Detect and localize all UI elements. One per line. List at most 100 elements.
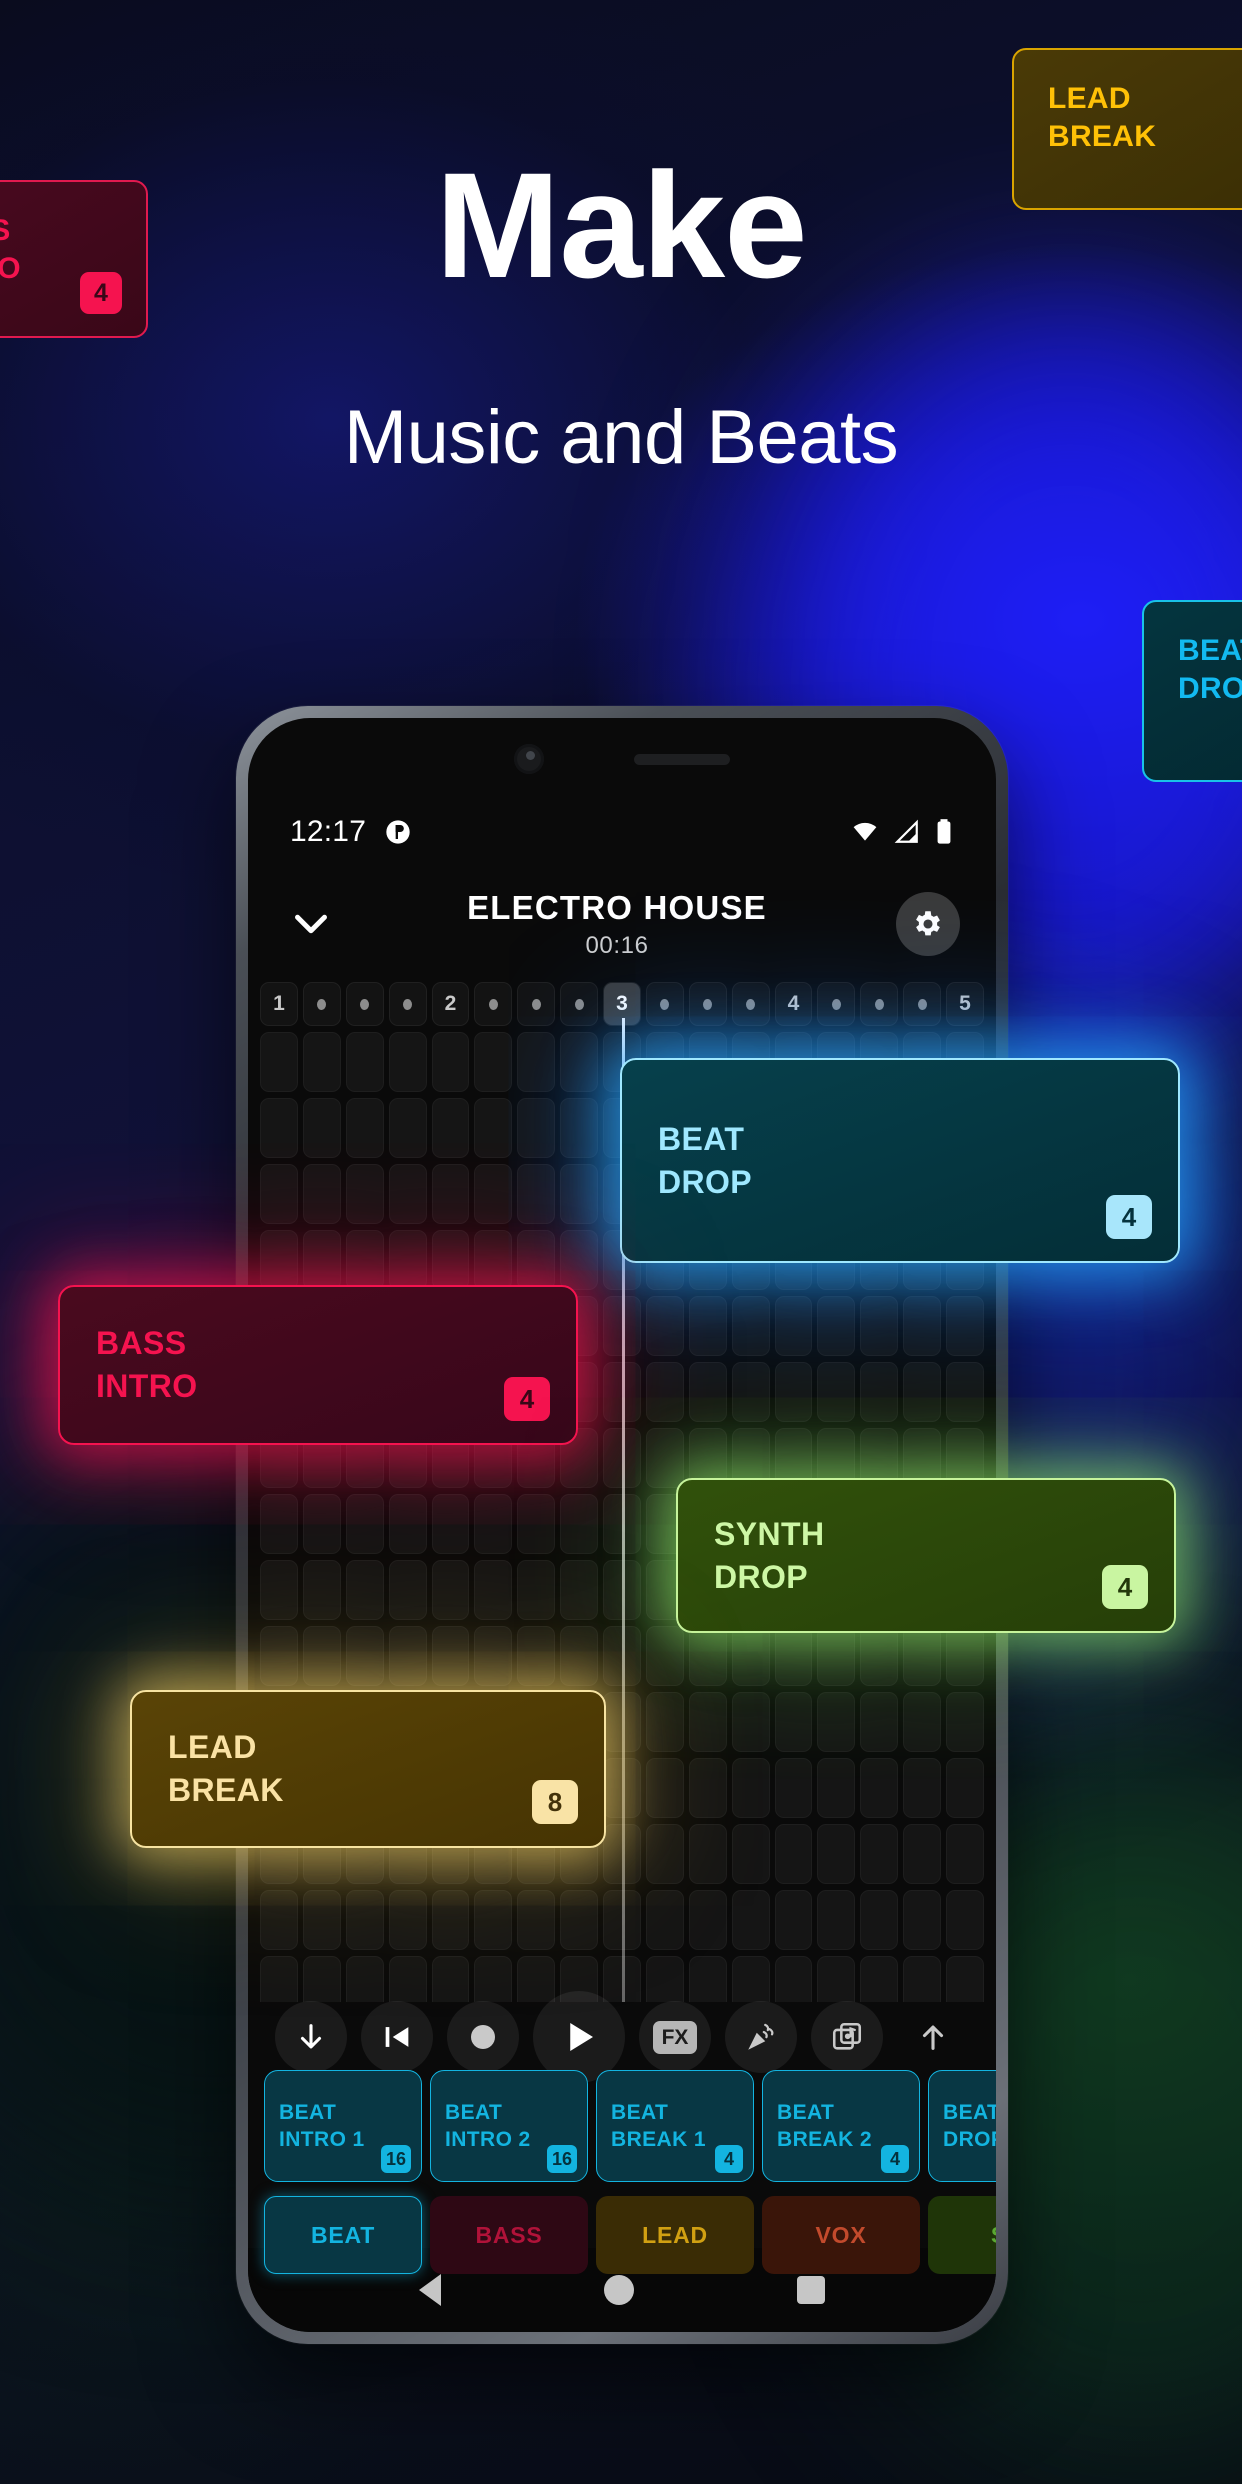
timeline-cell[interactable] xyxy=(260,1164,298,1224)
timeline-cell[interactable] xyxy=(302,1494,341,1554)
timeline-cell[interactable] xyxy=(431,1560,470,1620)
timeline-cell[interactable] xyxy=(345,1494,384,1554)
square-recents-icon[interactable] xyxy=(796,2276,825,2304)
timeline-cell[interactable] xyxy=(517,1230,556,1290)
instrument-tab-vox[interactable]: VOX xyxy=(762,2196,920,2274)
timeline-cell[interactable] xyxy=(946,1824,984,1884)
clip-slot[interactable]: BEAT INTRO 1 16 xyxy=(264,2070,422,2182)
overlay-clip-beat-drop[interactable]: BEAT DROP 4 xyxy=(620,1058,1180,1263)
timeline-cell[interactable] xyxy=(302,1032,341,1092)
chevron-down-icon[interactable] xyxy=(284,897,338,951)
ruler-cell[interactable] xyxy=(560,982,598,1026)
timeline-cell[interactable] xyxy=(388,1164,427,1224)
timeline-cell[interactable] xyxy=(517,1626,556,1686)
timeline-cell[interactable] xyxy=(645,1692,684,1752)
timeline-cell[interactable] xyxy=(560,1164,598,1224)
timeline-cell[interactable] xyxy=(560,1626,598,1686)
timeline-cell[interactable] xyxy=(860,1296,899,1356)
timeline-cell[interactable] xyxy=(517,1032,556,1092)
timeline-cell[interactable] xyxy=(903,1890,941,1950)
timeline-cell[interactable] xyxy=(731,1692,770,1752)
overlay-clip-lead-break[interactable]: LEAD BREAK 8 xyxy=(130,1690,606,1848)
timeline-cell[interactable] xyxy=(645,1296,684,1356)
timeline-cell[interactable] xyxy=(731,1758,770,1818)
timeline-cell[interactable] xyxy=(817,1890,856,1950)
timeline-cell[interactable] xyxy=(688,1362,727,1422)
clip-slot[interactable]: BEAT INTRO 2 16 xyxy=(430,2070,588,2182)
ruler-cell[interactable] xyxy=(345,982,384,1026)
timeline-cell[interactable] xyxy=(645,1626,684,1686)
timeline-cell[interactable] xyxy=(817,1758,856,1818)
timeline-cell[interactable] xyxy=(860,1362,899,1422)
timeline-cell[interactable] xyxy=(431,1098,470,1158)
clip-slot[interactable]: BEAT BREAK 24 xyxy=(762,2070,920,2182)
timeline-cell[interactable] xyxy=(645,1362,684,1422)
timeline-cell[interactable] xyxy=(345,1098,384,1158)
timeline-cell[interactable] xyxy=(560,1032,598,1092)
timeline-cell[interactable] xyxy=(731,1296,770,1356)
timeline-cell[interactable] xyxy=(302,1626,341,1686)
fx-button[interactable]: FX xyxy=(639,2001,711,2073)
clip-slot-list[interactable]: BEAT INTRO 1 16 BEAT INTRO 2 16 BEAT BREAK 1 4 BE… xyxy=(248,2070,996,2182)
timeline-cell[interactable] xyxy=(560,1560,598,1620)
timeline-cell[interactable] xyxy=(645,1890,684,1950)
ruler-cell[interactable] xyxy=(645,982,684,1026)
ruler-cell[interactable] xyxy=(903,982,941,1026)
timeline-cell[interactable] xyxy=(260,1560,298,1620)
timeline-cell[interactable] xyxy=(817,1626,856,1686)
timeline-cell[interactable] xyxy=(260,1032,298,1092)
ruler-cell[interactable] xyxy=(388,982,427,1026)
timeline-cell[interactable] xyxy=(817,1692,856,1752)
timeline-cell[interactable] xyxy=(345,1032,384,1092)
instrument-tab-list[interactable]: BEATBASSLEADVOXSY xyxy=(248,2196,996,2274)
timeline-cell[interactable] xyxy=(431,1164,470,1224)
timeline-cell[interactable] xyxy=(903,1692,941,1752)
timeline-cell[interactable] xyxy=(860,1692,899,1752)
circle-home-icon[interactable] xyxy=(603,2275,634,2305)
timeline-cell[interactable] xyxy=(774,1692,813,1752)
timeline-cell[interactable] xyxy=(388,1626,427,1686)
settings-button[interactable] xyxy=(896,892,960,956)
timeline-cell[interactable] xyxy=(302,1230,341,1290)
timeline-cell[interactable] xyxy=(903,1296,941,1356)
timeline-cell[interactable] xyxy=(474,1890,513,1950)
timeline-cell[interactable] xyxy=(517,1098,556,1158)
timeline-cell[interactable] xyxy=(645,1428,684,1488)
timeline-cell[interactable] xyxy=(860,1758,899,1818)
upload-button[interactable] xyxy=(897,2001,969,2073)
timeline-cell[interactable] xyxy=(474,1164,513,1224)
timeline-cell[interactable] xyxy=(345,1626,384,1686)
timeline-cell[interactable] xyxy=(731,1362,770,1422)
record-button[interactable] xyxy=(447,2001,519,2073)
ruler-cell[interactable] xyxy=(731,982,770,1026)
ruler-cell[interactable] xyxy=(474,982,513,1026)
timeline-cell[interactable] xyxy=(474,1626,513,1686)
timeline-cell[interactable] xyxy=(817,1824,856,1884)
timeline-cell[interactable] xyxy=(260,1230,298,1290)
timeline-cell[interactable] xyxy=(860,1824,899,1884)
timeline-cell[interactable] xyxy=(860,1626,899,1686)
timeline-cell[interactable] xyxy=(560,1098,598,1158)
timeline-cell[interactable] xyxy=(560,1494,598,1554)
timeline-cell[interactable] xyxy=(645,1824,684,1884)
timeline-cell[interactable] xyxy=(731,1824,770,1884)
timeline-cell[interactable] xyxy=(345,1560,384,1620)
timeline-cell[interactable] xyxy=(946,1890,984,1950)
timeline-cell[interactable] xyxy=(774,1824,813,1884)
timeline-cell[interactable] xyxy=(302,1164,341,1224)
timeline-cell[interactable] xyxy=(474,1560,513,1620)
timeline-cell[interactable] xyxy=(474,1098,513,1158)
clip-slot[interactable]: BEAT BREAK 14 xyxy=(596,2070,754,2182)
timeline-cell[interactable] xyxy=(774,1296,813,1356)
timeline-cell[interactable] xyxy=(774,1626,813,1686)
overlay-clip-synth-drop[interactable]: SYNTH DROP 4 xyxy=(676,1478,1176,1633)
timeline-cell[interactable] xyxy=(388,1560,427,1620)
ruler-cell[interactable]: 1 xyxy=(260,982,298,1026)
instrument-tab-bass[interactable]: BASS xyxy=(430,2196,588,2274)
timeline-cell[interactable] xyxy=(388,1230,427,1290)
timeline-cell[interactable] xyxy=(345,1890,384,1950)
timeline-cell[interactable] xyxy=(431,1230,470,1290)
timeline-cell[interactable] xyxy=(474,1032,513,1092)
timeline-cell[interactable] xyxy=(388,1494,427,1554)
timeline-cell[interactable] xyxy=(517,1164,556,1224)
